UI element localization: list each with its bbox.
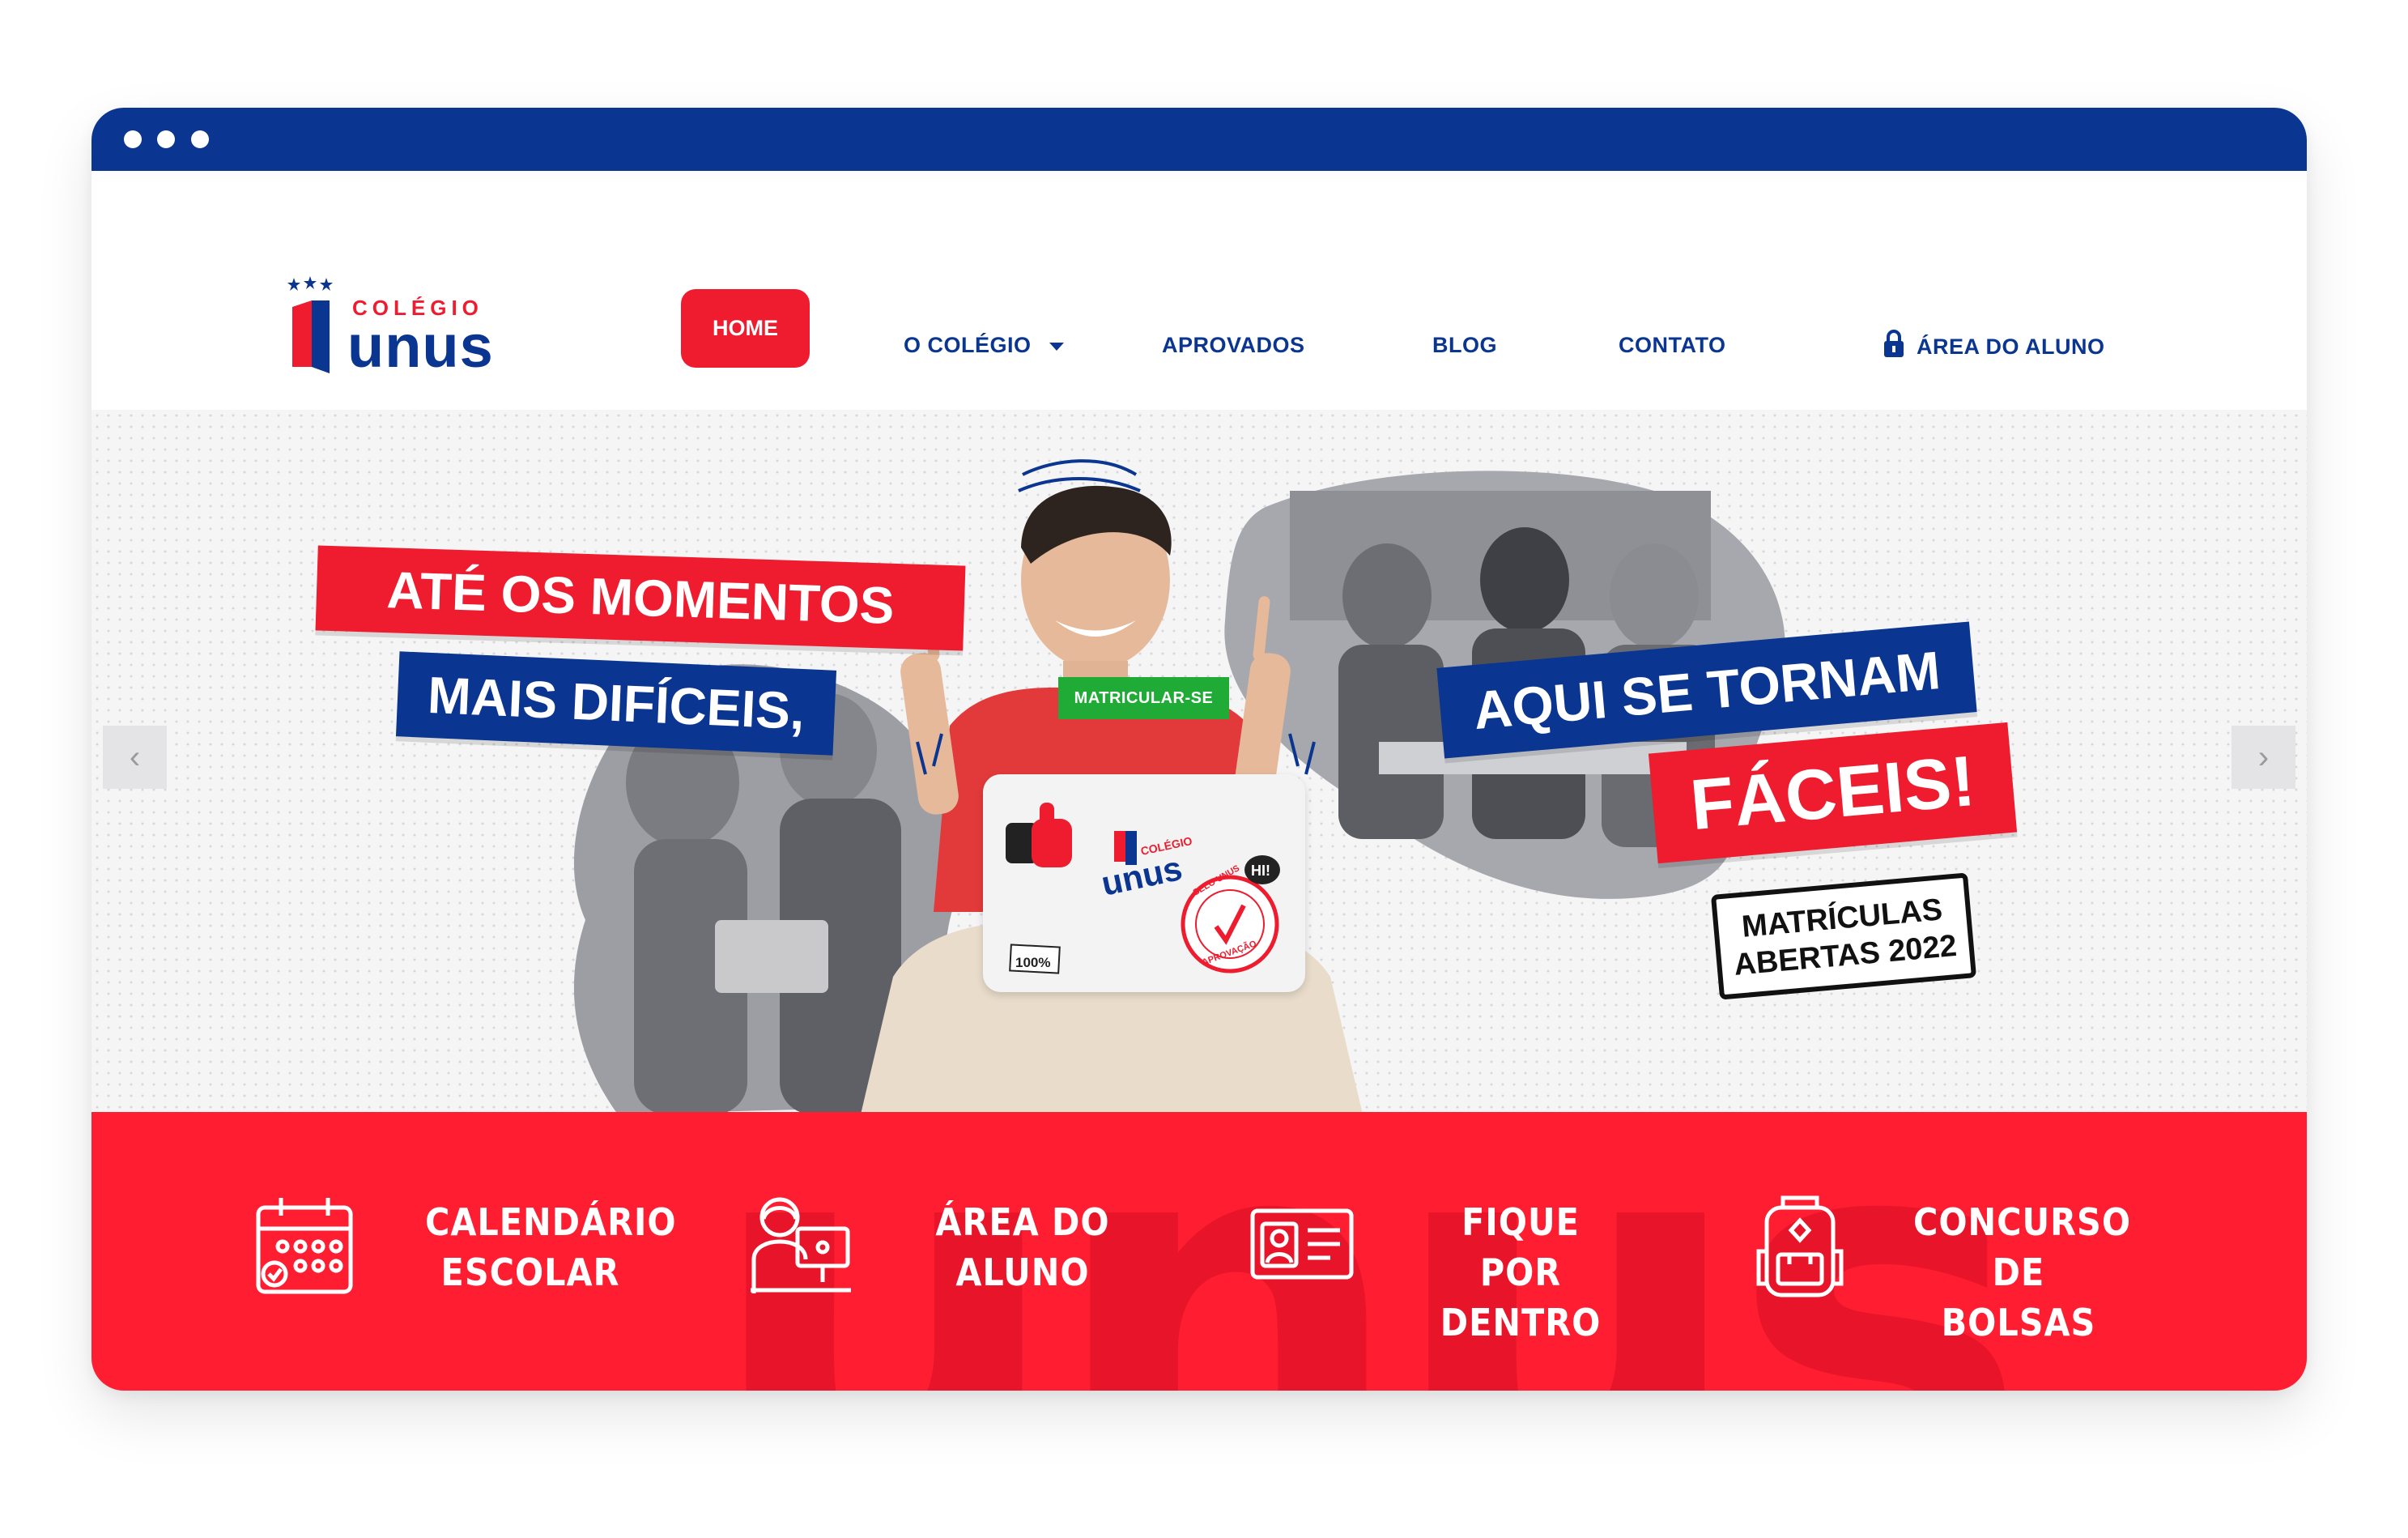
nav-o-colegio-label: O COLÉGIO [904, 333, 1032, 357]
feature-fique-line1: FIQUE POR [1461, 1200, 1580, 1294]
feature-fique-por-dentro[interactable]: FIQUE POR DENTRO [1415, 1197, 1626, 1348]
nav-aprovados[interactable]: APROVADOS [1162, 325, 1305, 365]
hundred-percent-sticker-icon: 100% [1009, 944, 1061, 974]
matricular-se-button[interactable]: MATRICULAR-SE [1058, 677, 1229, 719]
chevron-down-icon [1049, 342, 1064, 351]
nav-area-aluno[interactable]: ÁREA DO ALUNO [1883, 326, 2105, 367]
nav-home-button[interactable]: HOME [681, 289, 810, 368]
laptop-logo-big: unus [1098, 849, 1185, 903]
feature-calendario-line2: ESCOLAR [440, 1250, 620, 1294]
features-bar: unus CALENDÁRIO ESCOLAR [91, 1112, 2307, 1391]
window-dot-icon [191, 130, 209, 148]
logo-one-blue-icon [312, 300, 330, 373]
logo-stars-icon [287, 276, 333, 291]
browser-titlebar [91, 108, 2307, 171]
lock-icon [1884, 330, 1904, 357]
feature-concurso-line2: DE BOLSAS [1941, 1250, 2096, 1344]
carousel-next-button[interactable]: › [2231, 726, 2295, 789]
feature-concurso-line1: CONCURSO [1913, 1200, 2131, 1244]
calendar-icon[interactable] [253, 1193, 357, 1297]
logo-one-red-icon [292, 300, 312, 367]
browser-window: COLÉGIO unus HOME O COLÉGIO APROVADOS BL… [91, 108, 2307, 1391]
hi-speech-bubble-icon: HI! [1244, 855, 1280, 884]
headline-line2: MAIS DIFÍCEIS, [395, 651, 837, 756]
sticker-100: 100% [1015, 955, 1050, 970]
sticker-hi: HI! [1251, 863, 1270, 879]
matriculas-abertas-stamp: MATRÍCULAS ABERTAS 2022 [1710, 872, 1977, 1000]
carousel-prev-button[interactable]: ‹ [103, 726, 167, 789]
window-dot-icon [157, 130, 175, 148]
feature-area-aluno[interactable]: ÁREA DO ALUNO [917, 1197, 1128, 1297]
thumbs-up-sticker-icon [1006, 803, 1072, 867]
student-computer-icon[interactable] [749, 1193, 853, 1297]
feature-concurso-bolsas[interactable]: CONCURSO DE BOLSAS [1913, 1197, 2131, 1348]
logo-word-big: unus [347, 313, 494, 380]
feature-calendario-line1: CALENDÁRIO [425, 1200, 677, 1244]
feature-area-aluno-line2: ALUNO [955, 1250, 1090, 1294]
nav-blog[interactable]: BLOG [1432, 325, 1497, 365]
id-card-icon[interactable] [1249, 1208, 1355, 1280]
laptop: COLÉGIO unus SELO UNUS APROVAÇÃO HI! 100… [983, 774, 1305, 992]
window-dot-icon [124, 130, 142, 148]
backpack-icon[interactable] [1755, 1193, 1844, 1298]
hero-carousel: COLÉGIO unus SELO UNUS APROVAÇÃO HI! 100… [91, 410, 2307, 1114]
laptop-unus-logo-icon: COLÉGIO unus [1098, 831, 1193, 903]
feature-calendario[interactable]: CALENDÁRIO ESCOLAR [425, 1197, 677, 1297]
site-logo[interactable]: COLÉGIO unus [283, 276, 525, 381]
feature-fique-line2: DENTRO [1440, 1301, 1602, 1344]
nav-contato[interactable]: CONTATO [1619, 325, 1726, 365]
nav-o-colegio[interactable]: O COLÉGIO [904, 325, 1064, 365]
nav-area-aluno-label: ÁREA DO ALUNO [1917, 334, 2105, 359]
feature-area-aluno-line1: ÁREA DO [935, 1200, 1110, 1244]
